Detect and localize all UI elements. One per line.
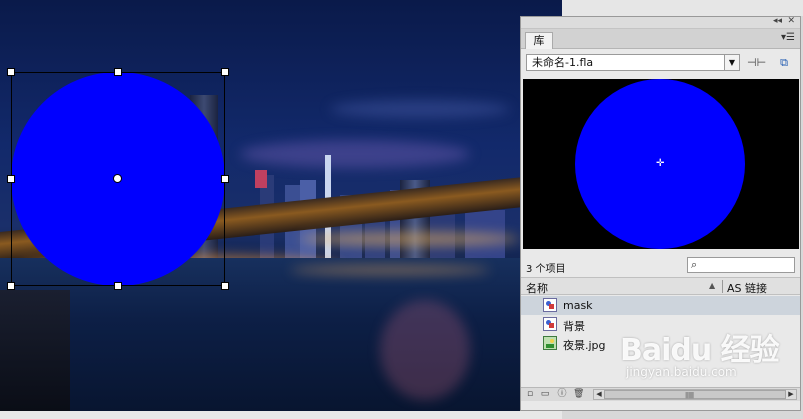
new-library-panel-icon[interactable]: ⧉ — [775, 54, 793, 71]
panel-menu-icon[interactable]: ▾☰ — [781, 32, 795, 43]
collapse-icon[interactable]: ◂◂ — [773, 16, 782, 26]
reflection — [380, 300, 470, 400]
new-symbol-icon[interactable]: ▫ — [525, 389, 535, 399]
watermark: Baidu 经验 jingyan.baidu.com — [620, 325, 780, 379]
resize-handle-top[interactable] — [114, 68, 122, 76]
app-window: ◂◂ ✕ 库 ▾☰ 未命名-1.fla ▼ ⊣⊢ ⧉ ✛ 3 个项目 ⌕ 名称 — [0, 0, 803, 419]
panel-tab-row: 库 ▾☰ — [521, 29, 800, 49]
resize-handle-bottom-right[interactable] — [221, 282, 229, 290]
column-linkage-header[interactable]: AS 链接 — [727, 280, 767, 296]
panel-title-bar[interactable]: ◂◂ ✕ — [521, 16, 800, 29]
bridge-pier — [0, 290, 70, 411]
street-lights — [300, 232, 520, 246]
resize-handle-bottom[interactable] — [114, 282, 122, 290]
new-folder-icon[interactable]: ▭ — [540, 389, 550, 399]
pin-library-icon[interactable]: ⊣⊢ — [747, 54, 766, 71]
search-icon: ⌕ — [691, 258, 698, 271]
item-count: 3 个项目 — [526, 264, 566, 275]
resize-handle-right[interactable] — [221, 175, 229, 183]
watermark-logo: Baidu 经验 — [620, 333, 780, 368]
properties-icon[interactable]: ⓘ — [557, 389, 567, 399]
item-label: mask — [563, 299, 593, 312]
document-selector-row: 未命名-1.fla ▼ ⊣⊢ ⧉ — [521, 51, 800, 75]
transform-center-point[interactable] — [113, 174, 122, 183]
list-item[interactable]: mask — [521, 296, 800, 315]
sort-ascending-icon[interactable]: ▲ — [709, 281, 715, 290]
resize-handle-left[interactable] — [7, 175, 15, 183]
workspace-background — [562, 0, 803, 16]
symbol-preview: ✛ — [523, 79, 799, 249]
stage-canvas[interactable] — [0, 0, 562, 411]
search-input[interactable]: ⌕ — [687, 257, 795, 273]
column-name-header[interactable]: 名称 — [526, 280, 548, 296]
sky-cloud — [330, 100, 510, 118]
item-label: 夜景.jpg — [563, 339, 606, 352]
workspace-background — [0, 411, 562, 419]
count-search-row: 3 个项目 ⌕ — [521, 255, 800, 275]
column-divider[interactable] — [722, 280, 723, 293]
reflection — [290, 265, 490, 275]
scrollbar-thumb[interactable]: |||||||| — [604, 390, 786, 399]
tab-library[interactable]: 库 — [525, 32, 553, 49]
document-name: 未命名-1.fla — [532, 56, 594, 69]
graphic-symbol-icon — [543, 298, 557, 312]
grip-icon: |||||||| — [685, 392, 694, 399]
resize-handle-top-left[interactable] — [7, 68, 15, 76]
library-bottom-toolbar: ▫ ▭ ⓘ 🗑 ◀ |||||||| ▶ — [521, 387, 800, 401]
registration-point-icon: ✛ — [656, 158, 665, 169]
scroll-left-icon[interactable]: ◀ — [594, 390, 604, 399]
document-select[interactable]: 未命名-1.fla ▼ — [526, 54, 740, 71]
scroll-right-icon[interactable]: ▶ — [786, 390, 796, 399]
resize-handle-bottom-left[interactable] — [7, 282, 15, 290]
close-icon[interactable]: ✕ — [787, 16, 795, 26]
resize-handle-top-right[interactable] — [221, 68, 229, 76]
bitmap-icon — [543, 336, 557, 350]
horizontal-scrollbar[interactable]: ◀ |||||||| ▶ — [593, 389, 797, 400]
delete-icon[interactable]: 🗑 — [573, 389, 584, 399]
library-column-header: 名称 ▲ AS 链接 — [521, 277, 800, 295]
sky-cloud — [240, 140, 470, 168]
item-label: 背景 — [563, 320, 585, 333]
chevron-down-icon[interactable]: ▼ — [724, 55, 739, 70]
graphic-symbol-icon — [543, 317, 557, 331]
watermark-url: jingyan.baidu.com — [626, 365, 737, 379]
